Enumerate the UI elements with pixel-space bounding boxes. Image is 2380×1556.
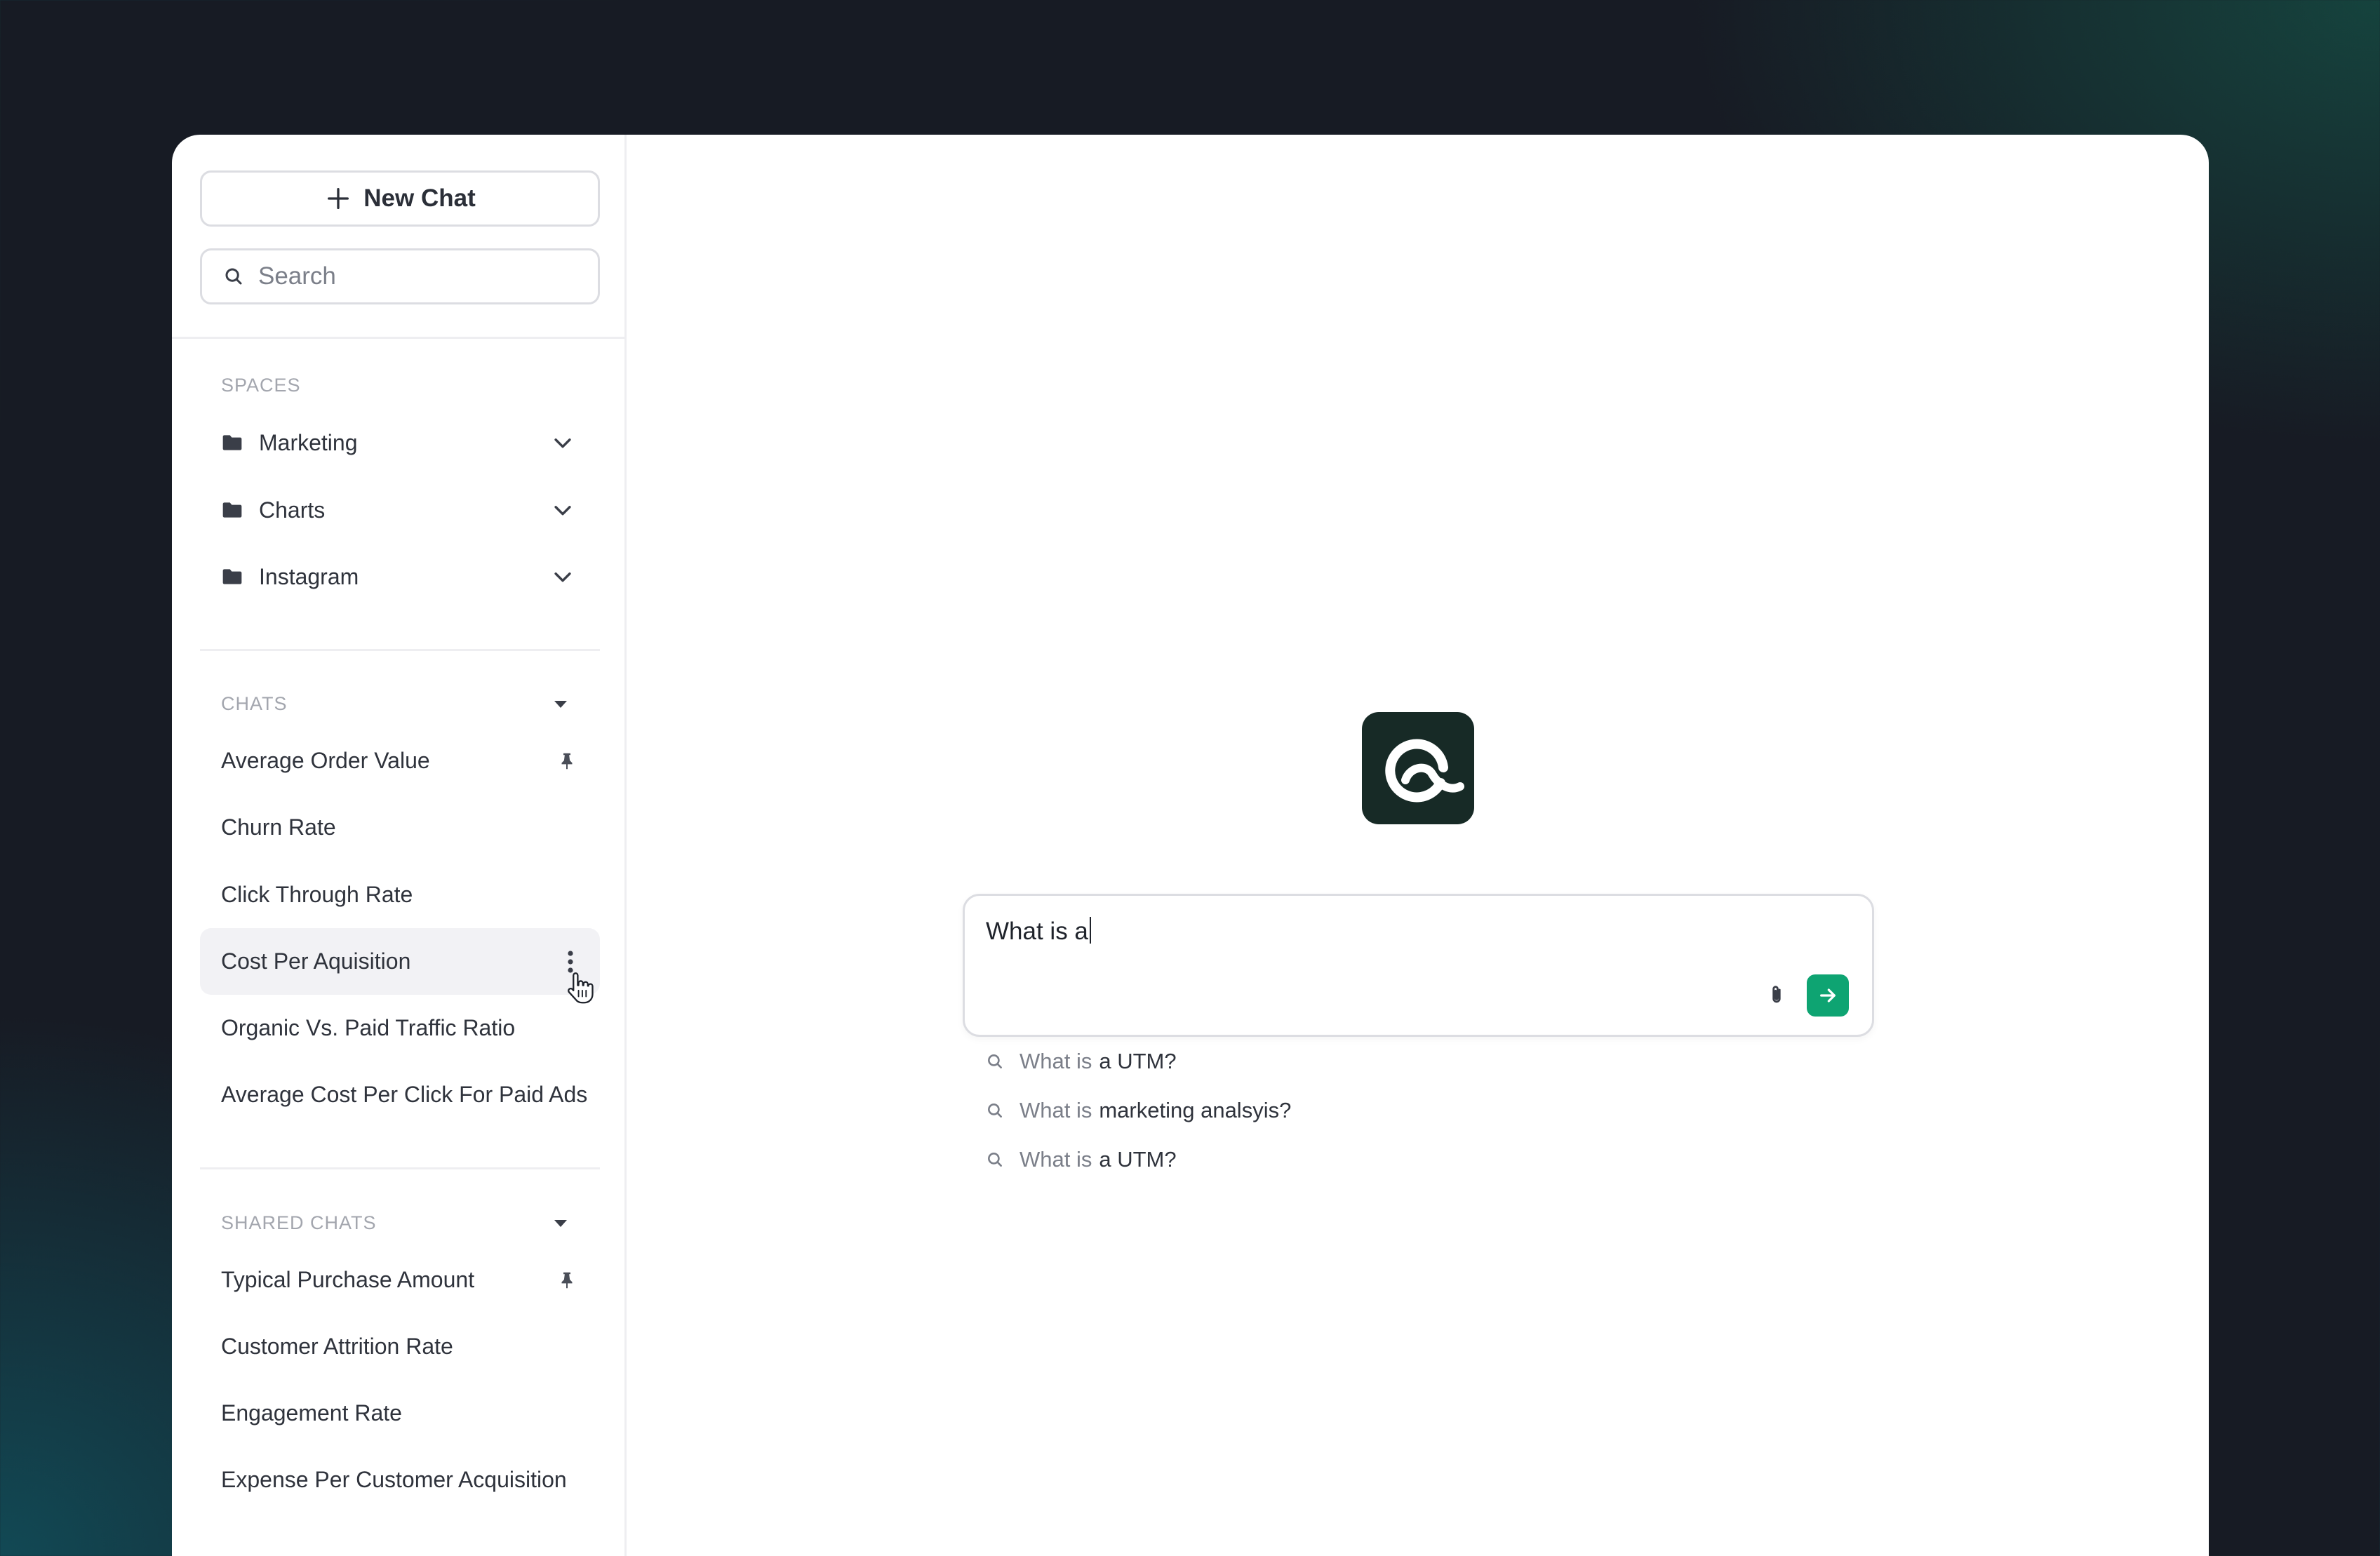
- sidebar-divider: [172, 337, 627, 339]
- new-chat-label: New Chat: [363, 185, 476, 212]
- caret-down-icon[interactable]: [554, 1220, 567, 1227]
- space-item-marketing[interactable]: Marketing: [221, 422, 586, 464]
- shared-chat-item[interactable]: Typical Purchase Amount: [200, 1247, 600, 1313]
- chat-label: Engagement Rate: [221, 1400, 402, 1426]
- chat-item[interactable]: Average Order Value: [200, 727, 600, 794]
- spaces-heading: SPACES: [221, 375, 301, 396]
- chat-label: Average Cost Per Click For Paid Ads: [221, 1082, 588, 1107]
- chat-item[interactable]: Click Through Rate: [200, 861, 600, 928]
- chat-label: Organic Vs. Paid Traffic Ratio: [221, 1015, 516, 1040]
- chevron-down-icon[interactable]: [551, 565, 575, 589]
- search-icon: [988, 1104, 1002, 1118]
- chat-label: Click Through Rate: [221, 882, 413, 907]
- folder-icon: [222, 502, 242, 518]
- send-button[interactable]: [1807, 974, 1849, 1017]
- app-logo: [1362, 712, 1474, 824]
- plus-icon: [328, 188, 349, 209]
- suggestion-prefix: What is: [1019, 1147, 1092, 1172]
- chat-item[interactable]: Churn Rate: [200, 794, 600, 861]
- chat-item-active[interactable]: Cost Per Aquisition: [200, 928, 600, 995]
- paperclip-icon[interactable]: [1765, 983, 1789, 1007]
- space-item-instagram[interactable]: Instagram: [221, 556, 586, 598]
- new-chat-button[interactable]: New Chat: [200, 170, 600, 227]
- shared-chat-item[interactable]: Customer Attrition Rate: [200, 1313, 600, 1380]
- space-label: Instagram: [259, 563, 359, 589]
- pin-icon[interactable]: [556, 1270, 577, 1291]
- chats-heading: CHATS: [221, 693, 288, 714]
- chat-label: Customer Attrition Rate: [221, 1334, 453, 1359]
- chevron-down-icon[interactable]: [551, 431, 575, 455]
- search-icon: [988, 1153, 1002, 1167]
- search-box[interactable]: [200, 248, 600, 304]
- shared-chat-item[interactable]: Expense Per Customer Acquisition: [200, 1447, 600, 1513]
- chat-label: Cost Per Aquisition: [221, 948, 411, 974]
- search-icon: [988, 1054, 1002, 1068]
- chat-input-value: What is a: [986, 918, 1088, 945]
- chat-input[interactable]: What is a: [963, 894, 1874, 1037]
- suggestion-prefix: What is: [1019, 1098, 1092, 1122]
- sidebar-divider: [200, 649, 600, 651]
- caret-down-icon[interactable]: [554, 701, 567, 708]
- pin-icon[interactable]: [556, 751, 577, 772]
- suggestion-text: a UTM?: [1099, 1049, 1177, 1073]
- chat-item[interactable]: Average Cost Per Click For Paid Ads: [200, 1061, 600, 1128]
- chat-label: Typical Purchase Amount: [221, 1267, 475, 1292]
- folder-icon: [222, 569, 242, 584]
- hand-pointer-cursor-icon: [568, 972, 594, 1004]
- sidebar: New Chat SPACES Marketing Charts Instagr…: [172, 135, 627, 1556]
- space-item-charts[interactable]: Charts: [221, 489, 586, 531]
- suggestion-text: a UTM?: [1099, 1147, 1177, 1172]
- folder-icon: [222, 435, 242, 450]
- chat-label: Average Order Value: [221, 748, 430, 773]
- space-label: Marketing: [259, 429, 358, 455]
- app-window: New Chat SPACES Marketing Charts Instagr…: [172, 135, 2209, 1556]
- sidebar-divider: [200, 1167, 600, 1169]
- shared-chat-item[interactable]: Engagement Rate: [200, 1380, 600, 1447]
- space-label: Charts: [259, 497, 326, 523]
- suggestion-item[interactable]: What is a UTM?: [986, 1142, 1177, 1177]
- shared-chats-heading: SHARED CHATS: [221, 1212, 377, 1233]
- chevron-down-icon[interactable]: [551, 498, 575, 522]
- suggestion-prefix: What is: [1019, 1049, 1092, 1073]
- suggestion-item[interactable]: What is marketing analsyis?: [986, 1093, 1291, 1128]
- logo-icon: [1385, 739, 1464, 803]
- search-input[interactable]: [257, 262, 568, 291]
- chat-label: Expense Per Customer Acquisition: [221, 1467, 567, 1492]
- search-icon: [225, 268, 242, 285]
- chat-input-text[interactable]: What is a: [986, 917, 1091, 946]
- chat-item[interactable]: Organic Vs. Paid Traffic Ratio: [200, 995, 600, 1061]
- text-caret: [1089, 917, 1091, 944]
- suggestion-item[interactable]: What is a UTM?: [986, 1044, 1177, 1079]
- suggestion-text: marketing analsyis?: [1099, 1098, 1292, 1122]
- chat-label: Churn Rate: [221, 814, 336, 840]
- arrow-right-icon: [1820, 988, 1836, 1002]
